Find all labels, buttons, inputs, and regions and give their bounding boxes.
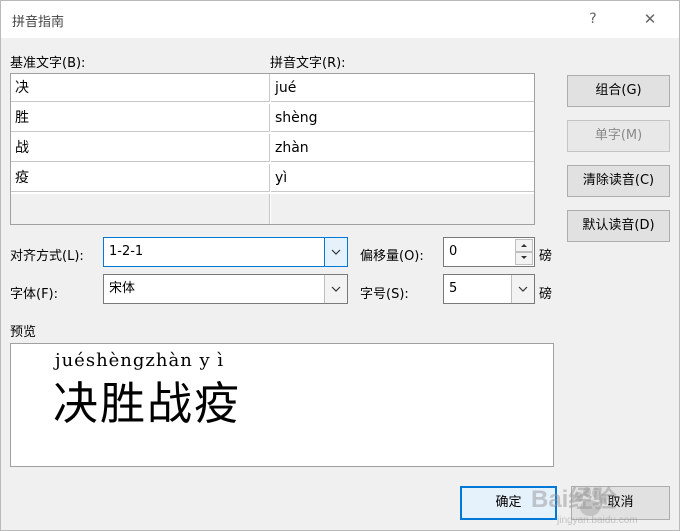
font-value: 宋体 (109, 281, 136, 296)
pinyin-text-label: 拼音文字(R): (270, 56, 346, 71)
triangle-down-icon (521, 256, 527, 259)
pinyin-text-field-1[interactable]: jué (271, 74, 534, 102)
pinyin-text-field-3[interactable]: zhàn (271, 134, 534, 162)
chevron-down-icon (331, 249, 341, 255)
base-text-field-4[interactable]: 疫 (11, 164, 270, 192)
preview-box: juéshèngzhàn y ì 决胜战疫 (10, 343, 554, 467)
pinyin-text-field-5 (271, 194, 534, 224)
dialog-title: 拼音指南 (12, 15, 65, 30)
close-icon: ✕ (643, 10, 657, 28)
clear-reading-button[interactable]: 清除读音(C) (567, 165, 670, 197)
single-char-button[interactable]: 单字(M) (567, 120, 670, 152)
offset-spin-up[interactable] (515, 239, 533, 252)
chevron-down-icon (518, 286, 528, 292)
ok-button[interactable]: 确定 (460, 486, 557, 520)
offset-value: 0 (449, 244, 458, 259)
size-dropdown-button[interactable] (511, 275, 534, 303)
offset-unit-label: 磅 (539, 249, 553, 264)
base-text-field-5 (11, 194, 270, 224)
offset-label: 偏移量(O): (360, 249, 424, 264)
alignment-select[interactable]: 1-2-1 (103, 237, 348, 267)
pinyin-text-field-2[interactable]: shèng (271, 104, 534, 132)
size-select[interactable]: 5 (443, 274, 535, 304)
offset-spin-down[interactable] (515, 252, 533, 265)
preview-base-text: 决胜战疫 (53, 377, 242, 430)
base-text-field-3[interactable]: 战 (11, 134, 270, 162)
font-select[interactable]: 宋体 (103, 274, 348, 304)
alignment-dropdown-button[interactable] (324, 238, 347, 266)
title-bar: 拼音指南 ? ✕ (1, 1, 679, 38)
triangle-up-icon (521, 244, 527, 247)
chevron-down-icon (331, 286, 341, 292)
alignment-label: 对齐方式(L): (10, 249, 84, 264)
size-unit-label: 磅 (539, 287, 553, 302)
close-button[interactable]: ✕ (637, 7, 663, 31)
help-button[interactable]: ? (580, 7, 606, 31)
phonetic-grid: 决 jué 胜 shèng 战 zhàn 疫 yì (10, 73, 535, 225)
base-text-label: 基准文字(B): (10, 56, 86, 71)
default-reading-button[interactable]: 默认读音(D) (567, 210, 670, 242)
alignment-value: 1-2-1 (109, 244, 144, 259)
base-text-field-2[interactable]: 胜 (11, 104, 270, 132)
pinyin-text-field-4[interactable]: yì (271, 164, 534, 192)
size-label: 字号(S): (360, 287, 409, 302)
preview-label: 预览 (10, 325, 37, 340)
size-value: 5 (449, 281, 458, 296)
phonetic-guide-dialog: 拼音指南 ? ✕ 基准文字(B): 拼音文字(R): 决 jué 胜 shèng… (0, 0, 680, 531)
font-label: 字体(F): (10, 287, 59, 302)
base-text-field-1[interactable]: 决 (11, 74, 270, 102)
font-dropdown-button[interactable] (324, 275, 347, 303)
cancel-button[interactable]: 取消 (571, 486, 670, 520)
group-button[interactable]: 组合(G) (567, 75, 670, 107)
